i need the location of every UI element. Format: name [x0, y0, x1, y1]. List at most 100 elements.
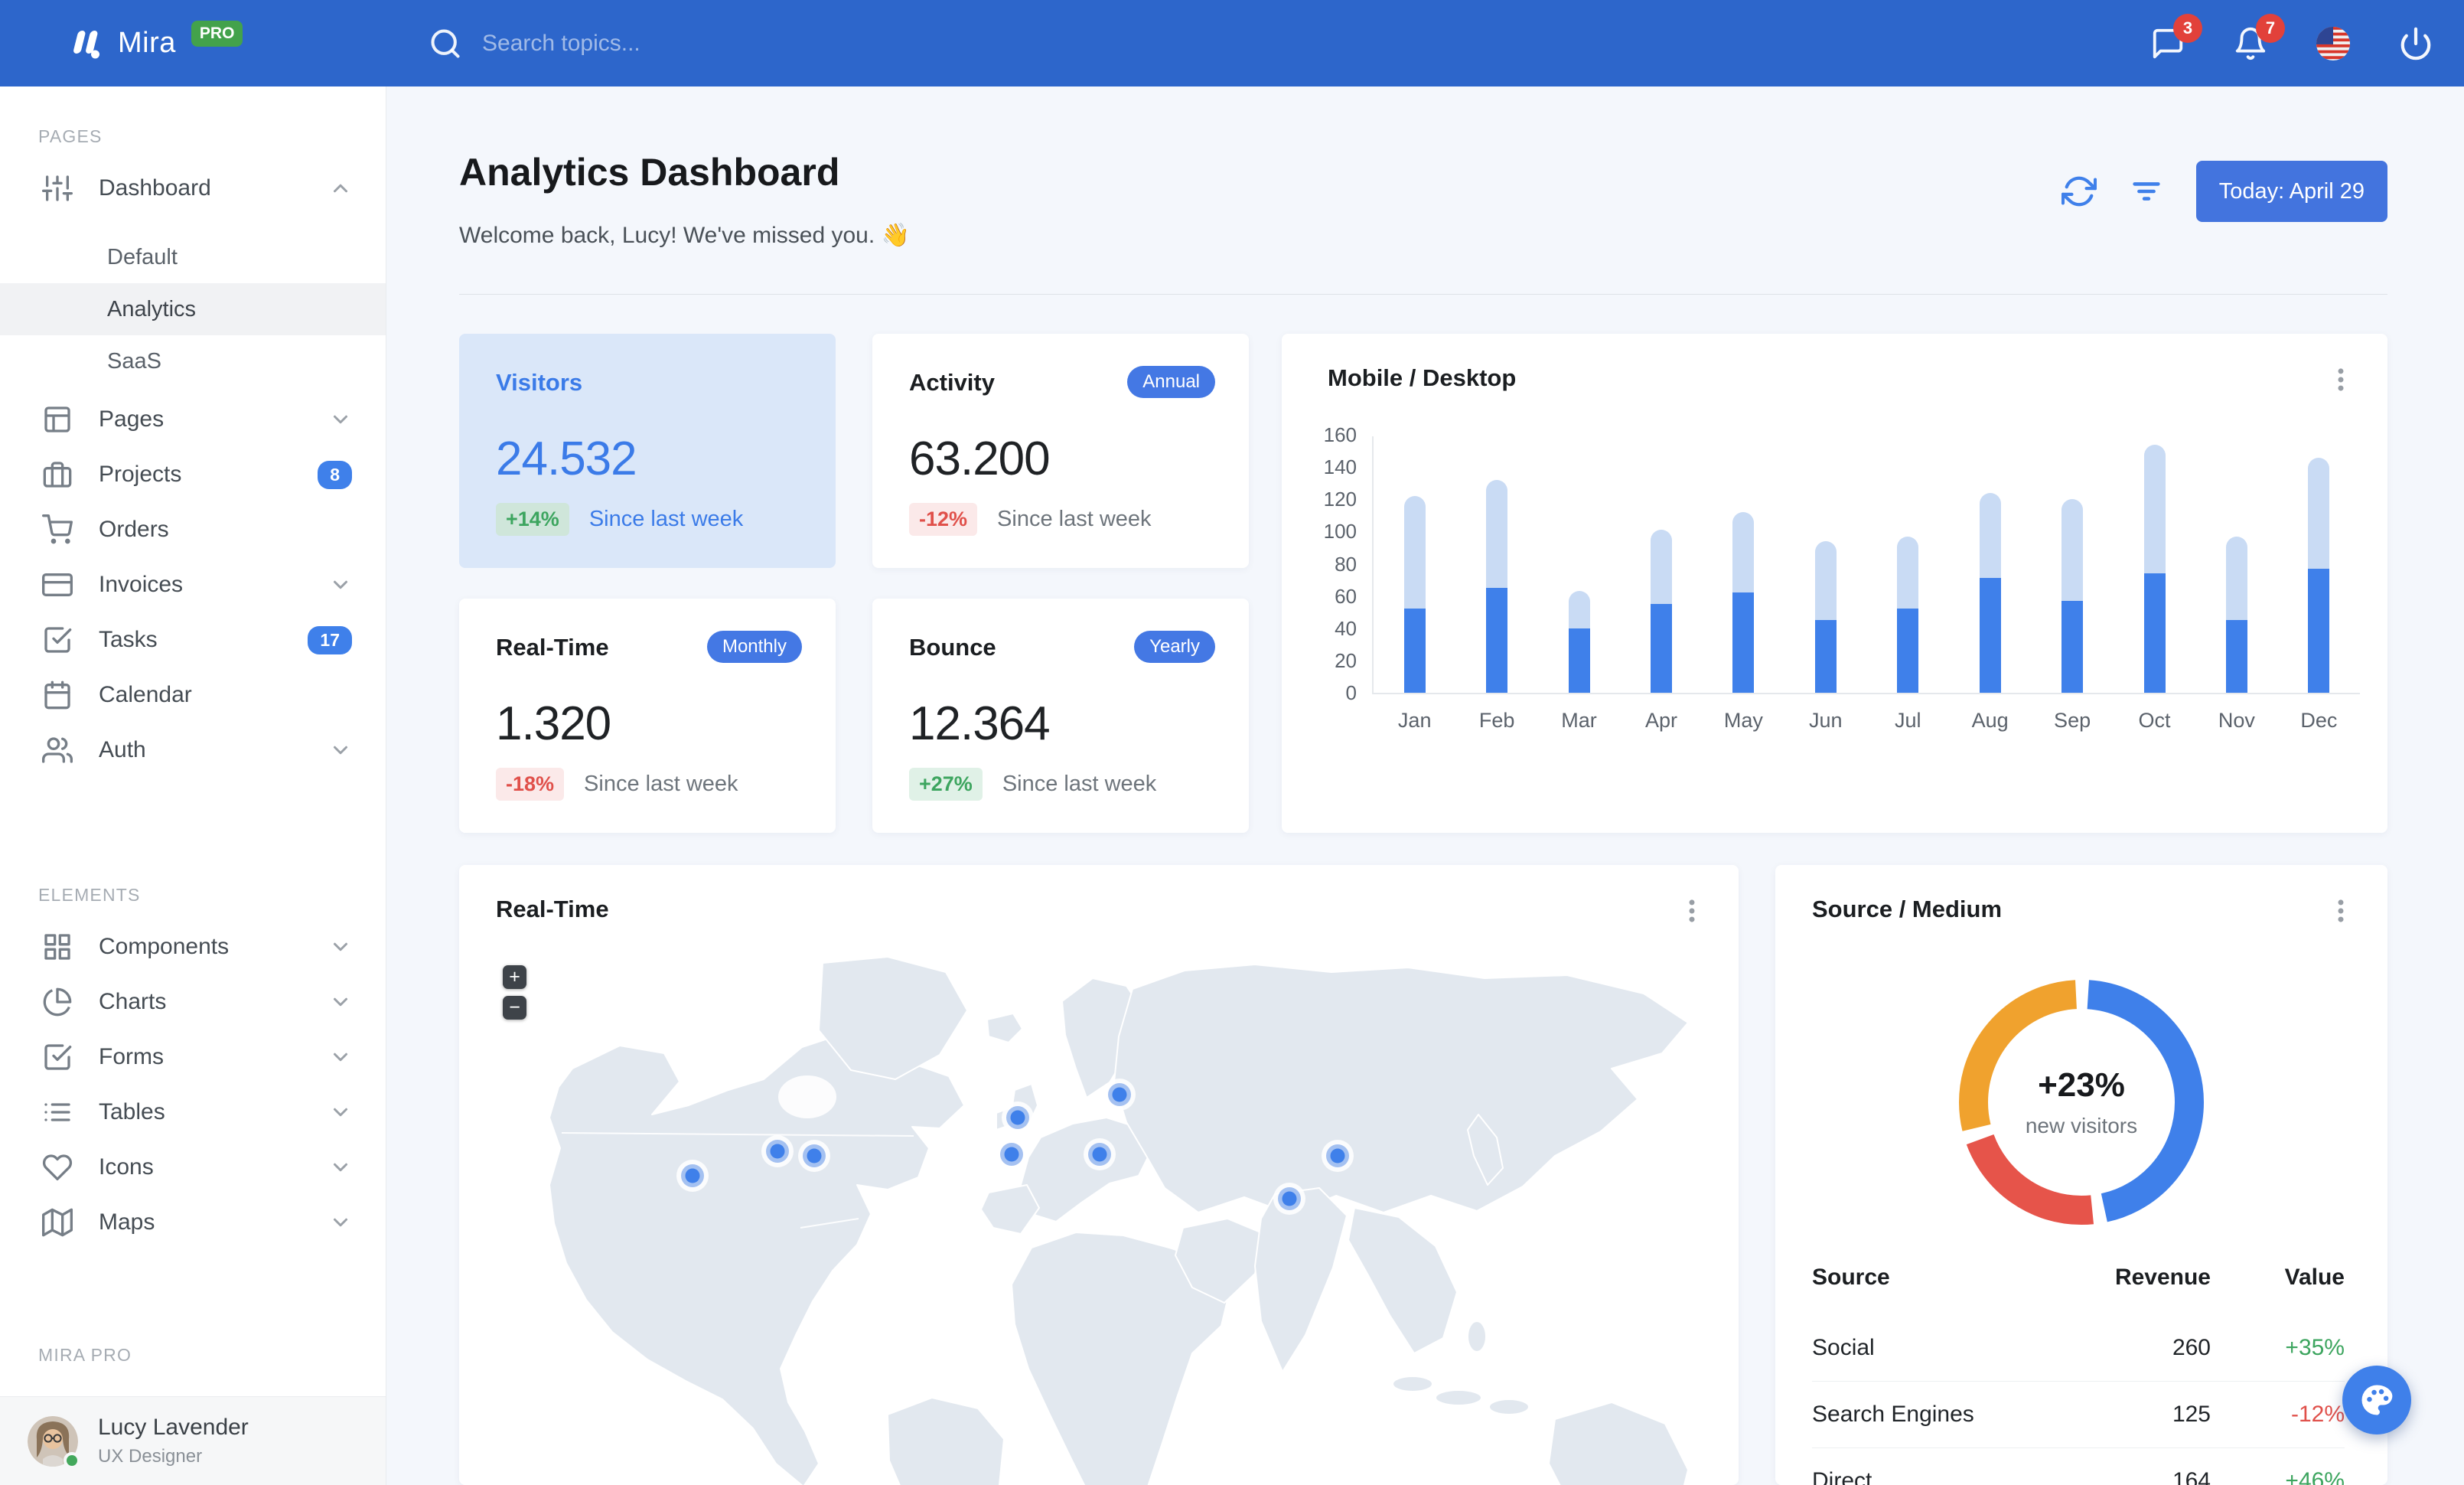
row-value: -12% [2290, 1402, 2345, 1427]
shopping-cart-icon [42, 514, 73, 544]
bar-segment-desktop [2308, 457, 2330, 569]
sidebar-subitem-saas[interactable]: SaaS [0, 335, 386, 387]
stacked-bar [1732, 512, 1755, 693]
bar-column-aug: Aug [1949, 436, 2031, 732]
map-marker-ring [1282, 1191, 1297, 1206]
header-actions: Today: April 29 [2061, 161, 2387, 222]
landmass-australia [1548, 1402, 1689, 1485]
check-square-icon [44, 1044, 72, 1070]
projects-badge: 8 [318, 460, 352, 489]
sidebar-item-icons[interactable]: Icons [0, 1140, 386, 1195]
bar-segment-desktop [1486, 479, 1508, 589]
sidebar-item-tables[interactable]: Tables [0, 1085, 386, 1140]
sidebar-item-components[interactable]: Components [0, 919, 386, 974]
date-range-button[interactable]: Today: April 29 [2195, 161, 2387, 222]
x-axis-label: Apr [1644, 709, 1677, 732]
stacked-bar [1814, 541, 1837, 693]
row-revenue: 164 [2172, 1468, 2211, 1485]
map-zoom-in-button[interactable]: + [503, 965, 526, 989]
brand-link[interactable]: Mira PRO [67, 0, 243, 86]
row-value: +46% [2285, 1468, 2345, 1485]
map-marker[interactable] [1322, 1140, 1354, 1172]
credit-card-icon [42, 573, 73, 596]
sidebar: PAGES Dashboard Default Analytics SaaS P… [0, 86, 386, 1485]
sidebar-user-profile[interactable]: Lucy Lavender UX Designer [0, 1396, 386, 1485]
sidebar-item-label: Tables [99, 1099, 165, 1124]
realtime-map-card: Real-Time + − [459, 865, 1739, 1485]
sign-out-button[interactable] [2398, 24, 2436, 63]
theme-settings-fab[interactable] [2342, 1366, 2411, 1434]
map-marker[interactable] [761, 1135, 794, 1167]
map-marker[interactable] [996, 1138, 1028, 1170]
refresh-icon [2061, 176, 2097, 207]
y-axis-tick: 80 [1335, 552, 1357, 576]
y-axis-tick: 20 [1335, 648, 1357, 672]
stacked-bar [2061, 499, 2084, 693]
stacked-bar [1403, 496, 1426, 693]
stacked-bar [1486, 479, 1508, 693]
x-axis-label: Dec [2300, 709, 2338, 732]
chart-menu-button[interactable] [2326, 364, 2357, 395]
sidebar-item-projects[interactable]: Projects 8 [0, 447, 386, 502]
sidebar-item-dashboard[interactable]: Dashboard [0, 161, 386, 216]
kebab-icon [2338, 899, 2344, 922]
sidebar-item-forms[interactable]: Forms [0, 1030, 386, 1085]
bar-column-jan: Jan [1374, 436, 1455, 732]
map-zoom-out-button[interactable]: − [503, 996, 526, 1020]
sidebar-item-calendar[interactable]: Calendar [0, 667, 386, 723]
map-marker[interactable] [798, 1140, 830, 1172]
language-button[interactable] [2316, 24, 2354, 63]
bar-segment-desktop [1814, 541, 1837, 621]
stat-caption: Since last week [584, 772, 738, 796]
map-marker[interactable] [676, 1160, 709, 1192]
bar-segment-mobile [1732, 592, 1755, 693]
sidebar-subitem-analytics[interactable]: Analytics [0, 283, 386, 335]
stat-caption: Since last week [588, 507, 744, 531]
map-card-title: Real-Time [496, 896, 609, 922]
y-axis-tick: 60 [1335, 584, 1357, 608]
filter-button[interactable] [2129, 172, 2167, 211]
users-icon [42, 737, 73, 763]
messages-button[interactable]: 3 [2150, 13, 2202, 63]
donut-center-label: new visitors [2025, 1114, 2138, 1137]
pie-chart-icon [43, 987, 72, 1017]
stat-card-visitors[interactable]: Visitors 24.532 +14% Since last week [459, 334, 836, 568]
source-medium-card: Source / Medium +23% new visitors Source… [1775, 865, 2387, 1485]
sidebar-item-tasks[interactable]: Tasks 17 [0, 612, 386, 667]
map-marker[interactable] [1084, 1138, 1116, 1170]
stat-card-activity[interactable]: Activity Annual 63.200 -12% Since last w… [872, 334, 1249, 568]
source-medium-menu-button[interactable] [2326, 896, 2357, 926]
x-axis-label: Sep [2054, 709, 2091, 732]
map-marker[interactable] [1002, 1102, 1034, 1134]
sidebar-item-auth[interactable]: Auth [0, 723, 386, 778]
bar-column-sep: Sep [2031, 436, 2113, 732]
map-marker[interactable] [1273, 1183, 1305, 1215]
sidebar-subitem-default[interactable]: Default [0, 231, 386, 283]
subitem-label: Analytics [107, 296, 197, 321]
stat-card-bounce[interactable]: Bounce Yearly 12.364 +27% Since last wee… [872, 599, 1249, 833]
sidebar-item-label: Calendar [99, 682, 192, 707]
stacked-bar [2308, 457, 2330, 693]
sidebar-item-pages[interactable]: Pages [0, 392, 386, 447]
bar-segment-mobile [1650, 604, 1672, 693]
sidebar-item-charts[interactable]: Charts [0, 974, 386, 1030]
sidebar-item-label: Charts [99, 989, 167, 1014]
y-axis-tick: 40 [1335, 616, 1357, 640]
page-header: Analytics Dashboard Welcome back, Lucy! … [459, 150, 2387, 249]
col-revenue: Revenue [2114, 1265, 2211, 1290]
search-input[interactable] [481, 29, 878, 57]
map-marker[interactable] [1103, 1079, 1136, 1111]
refresh-button[interactable] [2061, 172, 2100, 211]
bar-column-apr: Apr [1620, 436, 1702, 732]
donut-chart: +23% new visitors [1959, 980, 2204, 1225]
table-row-direct: Direct 164 +46% [1812, 1447, 2345, 1485]
bar-segment-mobile [2308, 568, 2330, 693]
stat-card-realtime[interactable]: Real-Time Monthly 1.320 -18% Since last … [459, 599, 836, 833]
sidebar-item-invoices[interactable]: Invoices [0, 557, 386, 612]
sidebar-item-orders[interactable]: Orders [0, 502, 386, 557]
header-divider [459, 294, 2387, 295]
map-menu-button[interactable] [1677, 896, 1708, 926]
sidebar-item-maps[interactable]: Maps [0, 1195, 386, 1250]
notifications-button[interactable]: 7 [2233, 13, 2285, 63]
sidebar-item-label: Projects [99, 462, 182, 487]
